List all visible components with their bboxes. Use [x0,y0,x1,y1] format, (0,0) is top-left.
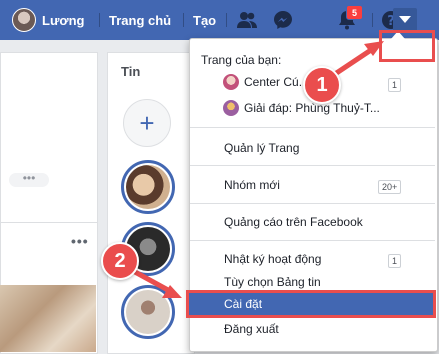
annotation-box-settings [186,290,436,318]
annotation-box-menu-button [379,30,435,62]
add-story-button[interactable]: + [123,99,171,147]
create-label: Tạo [193,12,217,28]
home-link[interactable]: Trang chủ [109,0,171,40]
account-menu-button[interactable] [393,8,417,32]
more-options-pill[interactable]: ••• [9,172,49,187]
story-avatar-3[interactable] [121,285,175,339]
messenger-icon[interactable] [272,9,294,31]
nav-divider [99,13,100,27]
menu-item-manage-pages[interactable]: Quản lý Trang [224,141,299,155]
menu-item-log-out[interactable]: Đăng xuất [224,322,279,336]
post-options-icon[interactable]: ••• [71,233,89,249]
menu-item-new-groups[interactable]: Nhóm mới [224,178,280,192]
story-avatar-1[interactable] [121,160,175,214]
menu-divider [190,127,435,128]
annotation-step-1: 1 [303,66,341,104]
pages-header: Trang của bạn: [201,53,282,67]
chevron-down-icon [399,16,411,23]
groups-count-badge: 20+ [378,180,402,194]
menu-divider [190,165,435,166]
menu-divider [190,240,435,241]
notifications-badge: 5 [346,5,363,20]
home-label: Trang chủ [109,12,172,28]
page-count-badge: 1 [388,78,402,92]
menu-page-item-1[interactable]: Center Cú... [224,75,309,89]
post-photo[interactable] [0,285,96,352]
avatar [12,8,36,32]
nav-divider [183,13,184,27]
plus-icon: + [139,107,155,138]
create-link[interactable]: Tạo [193,0,216,40]
feed-composer-card: ••• [0,52,98,234]
menu-item-facebook-ads[interactable]: Quảng cáo trên Facebook [224,215,363,229]
stories-title: Tin [121,64,141,79]
menu-divider [190,203,435,204]
nav-divider [372,13,373,27]
friend-requests-icon[interactable] [236,9,258,31]
profile-name: Lương [42,12,85,28]
profile-link[interactable]: Lương [12,0,84,40]
activity-count-badge: 1 [388,254,402,268]
menu-page-item-2[interactable]: Giải đáp: Phùng Thuỷ-T... [224,101,380,115]
nav-divider [226,13,227,27]
menu-item-news-feed-preferences[interactable]: Tùy chọn Bảng tin [224,275,321,289]
menu-item-activity-log[interactable]: Nhật ký hoạt động [224,252,321,266]
annotation-step-2: 2 [101,242,139,280]
